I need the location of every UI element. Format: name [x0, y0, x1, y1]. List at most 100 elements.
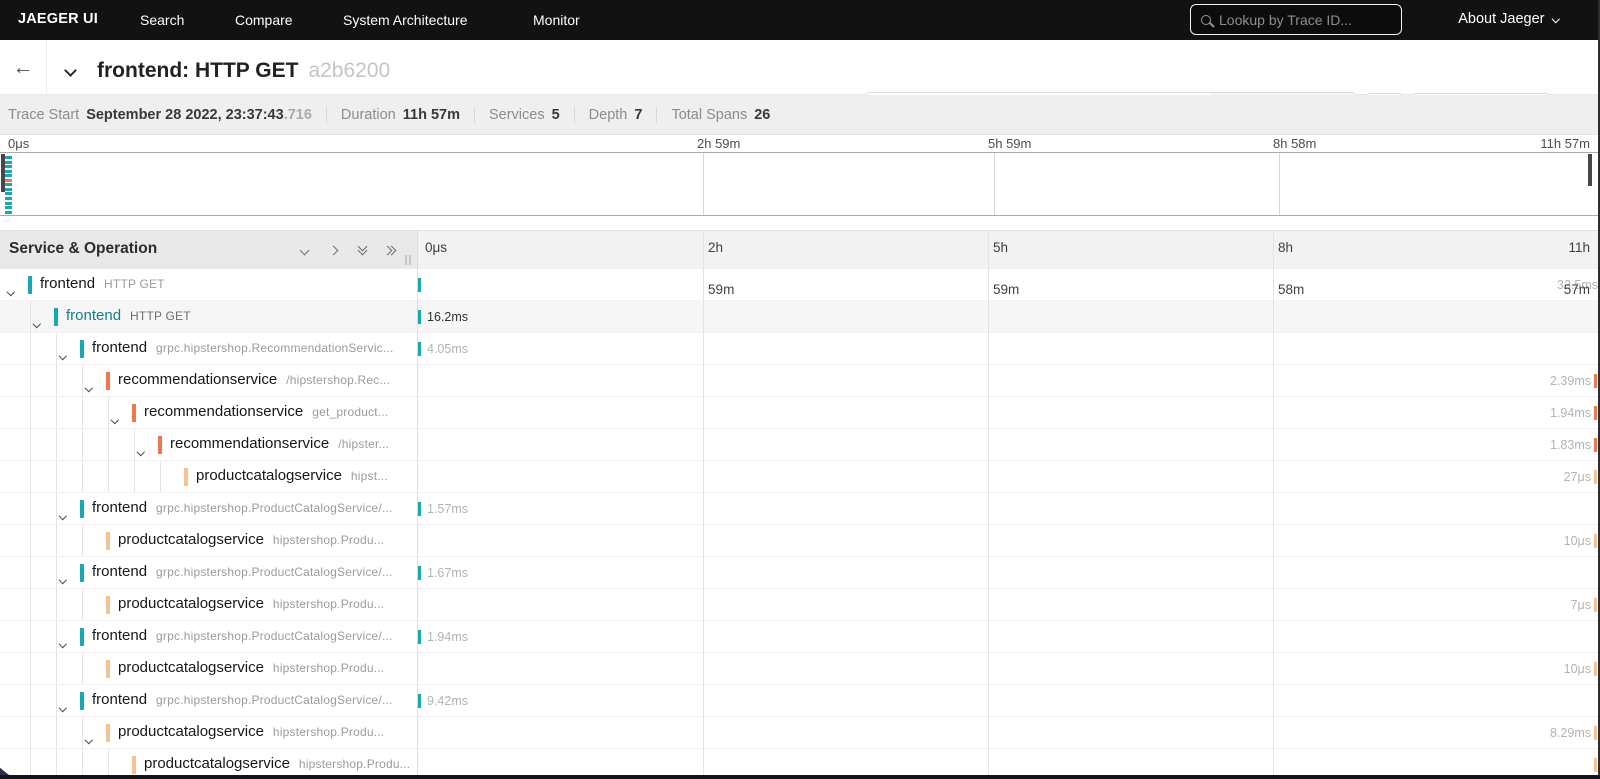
span-row[interactable]: frontend HTTP GET 16.2ms — [0, 301, 1600, 333]
span-bar[interactable] — [418, 694, 421, 708]
nav-item-compare[interactable]: Compare — [235, 12, 293, 28]
minimap-span-mark — [5, 183, 12, 187]
span-duration: 33.5ms — [1557, 278, 1598, 292]
span-row[interactable]: productcatalogservice hipst... 27μs — [0, 461, 1600, 493]
span-bar[interactable] — [1594, 470, 1597, 484]
span-row[interactable]: frontend grpc.hipstershop.ProductCatalogS… — [0, 685, 1600, 717]
collapse-all-button[interactable] — [356, 241, 368, 257]
span-timeline-cell: 10μs — [417, 653, 1600, 684]
span-timeline-cell: 1.57ms — [417, 493, 1600, 524]
span-collapse-toggle[interactable] — [58, 505, 67, 523]
operation-name: hipstershop.Produ... — [298, 757, 411, 771]
span-bar[interactable] — [418, 502, 421, 516]
span-collapse-toggle[interactable] — [58, 569, 67, 587]
span-color-bar — [80, 340, 84, 358]
minimap-tick-label: 5h 59m — [988, 136, 1032, 151]
span-collapse-toggle[interactable] — [6, 281, 15, 299]
span-row[interactable]: productcatalogservice hipstershop.Produ..… — [0, 525, 1600, 557]
minimap-span-mark — [5, 160, 12, 164]
span-row[interactable]: frontend grpc.hipstershop.RecommendationS… — [0, 333, 1600, 365]
span-bar[interactable] — [418, 566, 421, 580]
minimap-tick-label: 8h 58m — [1273, 136, 1317, 151]
span-row[interactable]: frontend HTTP GET 33.5ms — [0, 269, 1600, 301]
service-name: frontend HTTP GET — [66, 307, 191, 324]
nav-item-search[interactable]: Search — [140, 12, 184, 28]
span-color-bar — [106, 372, 110, 390]
span-row[interactable]: frontend grpc.hipstershop.ProductCatalogS… — [0, 557, 1600, 589]
span-collapse-toggle[interactable] — [58, 633, 67, 651]
span-collapse-toggle[interactable] — [58, 345, 67, 363]
tree-guide — [56, 493, 57, 524]
span-bar[interactable] — [1594, 662, 1597, 676]
span-color-bar — [106, 724, 110, 742]
span-collapse-toggle[interactable] — [84, 729, 93, 747]
back-arrow-icon: ← — [12, 56, 34, 79]
nav-item-system-architecture[interactable]: System Architecture — [343, 12, 468, 28]
column-resizer-grip[interactable] — [405, 255, 413, 265]
expand-one-button[interactable] — [327, 243, 339, 257]
trace-id-lookup-input[interactable] — [1219, 11, 1379, 28]
span-bar[interactable] — [418, 310, 421, 324]
meta-item: Total Spans 26 — [671, 107, 770, 123]
minimap-span-mark — [5, 201, 12, 205]
span-color-bar — [132, 404, 136, 422]
expand-all-button[interactable] — [382, 243, 397, 257]
span-bar[interactable] — [1594, 758, 1597, 772]
span-collapse-toggle[interactable] — [110, 409, 119, 427]
span-row[interactable]: productcatalogservice hipstershop.Produ..… — [0, 589, 1600, 621]
tree-guide — [30, 717, 31, 748]
meta-item: Services 5 — [489, 107, 560, 123]
span-name-column: productcatalogservice hipstershop.Produ..… — [0, 589, 417, 620]
span-timeline-cell: 1.94ms — [417, 621, 1600, 652]
span-collapse-toggle[interactable] — [84, 377, 93, 395]
span-bar[interactable] — [1594, 598, 1597, 612]
span-row[interactable]: recommendationservice/hipster... 1.83ms — [0, 429, 1600, 461]
tree-guide — [134, 429, 135, 460]
span-timeline-cell: 7μs — [417, 589, 1600, 620]
back-button[interactable]: ← — [0, 40, 47, 95]
span-row[interactable]: recommendationservice/hipstershop.Rec...… — [0, 365, 1600, 397]
trace-page-header: ← frontend: HTTP GETa2b6200 × ⌘ Trace Ti… — [0, 40, 1600, 130]
trace-title-toggle[interactable] — [64, 62, 77, 80]
window-bottom-edge — [0, 775, 1600, 779]
nav-item-monitor[interactable]: Monitor — [533, 12, 580, 28]
chevron-right-icon — [328, 245, 338, 255]
span-duration: 1.94ms — [1550, 406, 1591, 420]
span-bar[interactable] — [1594, 534, 1597, 548]
span-row[interactable]: frontend grpc.hipstershop.ProductCatalogS… — [0, 621, 1600, 653]
span-row[interactable]: recommendationservice get_product... 1.94m… — [0, 397, 1600, 429]
collapse-one-button[interactable] — [298, 243, 310, 257]
tree-guide — [30, 557, 31, 588]
about-jaeger-menu[interactable]: About Jaeger — [1458, 11, 1560, 27]
minimap-canvas[interactable] — [0, 152, 1600, 216]
chevron-down-icon — [58, 639, 67, 648]
tree-guide — [82, 717, 83, 748]
chevron-down-icon — [58, 575, 67, 584]
span-bar[interactable] — [1594, 406, 1597, 420]
service-name: productcatalogservice hipstershop.Produ..… — [144, 755, 411, 772]
span-bar[interactable] — [418, 630, 421, 644]
span-bar[interactable] — [1594, 374, 1597, 388]
span-bar[interactable] — [1594, 438, 1597, 452]
span-collapse-toggle[interactable] — [136, 441, 145, 459]
meta-item: Trace Start September 28 2022, 23:37:43.7… — [8, 107, 312, 123]
minimap-right-handle[interactable] — [1588, 154, 1592, 186]
span-name-column: frontend HTTP GET — [0, 269, 417, 300]
span-bar[interactable] — [418, 342, 421, 356]
span-rows: frontend HTTP GET 33.5ms frontend HTTP GET 16… — [0, 269, 1600, 779]
span-row[interactable]: frontend grpc.hipstershop.ProductCatalogS… — [0, 493, 1600, 525]
span-bar[interactable] — [418, 278, 421, 292]
meta-value: 5 — [551, 106, 560, 123]
meta-value: September 28 2022, 23:37:43 — [86, 106, 284, 123]
span-row[interactable]: productcatalogservice hipstershop.Produ..… — [0, 717, 1600, 749]
span-name-column: recommendationservice get_product... — [0, 397, 417, 428]
app-brand[interactable]: JAEGER UI — [18, 11, 98, 27]
trace-id-lookup[interactable] — [1190, 4, 1402, 35]
meta-label: Total Spans — [671, 106, 748, 123]
span-bar[interactable] — [1594, 726, 1597, 740]
minimap-span-mark — [5, 165, 12, 169]
span-collapse-toggle[interactable] — [32, 313, 41, 331]
span-collapse-toggle[interactable] — [58, 697, 67, 715]
span-row[interactable]: productcatalogservice hipstershop.Produ..… — [0, 653, 1600, 685]
meta-item: Duration 11h 57m — [341, 107, 460, 123]
